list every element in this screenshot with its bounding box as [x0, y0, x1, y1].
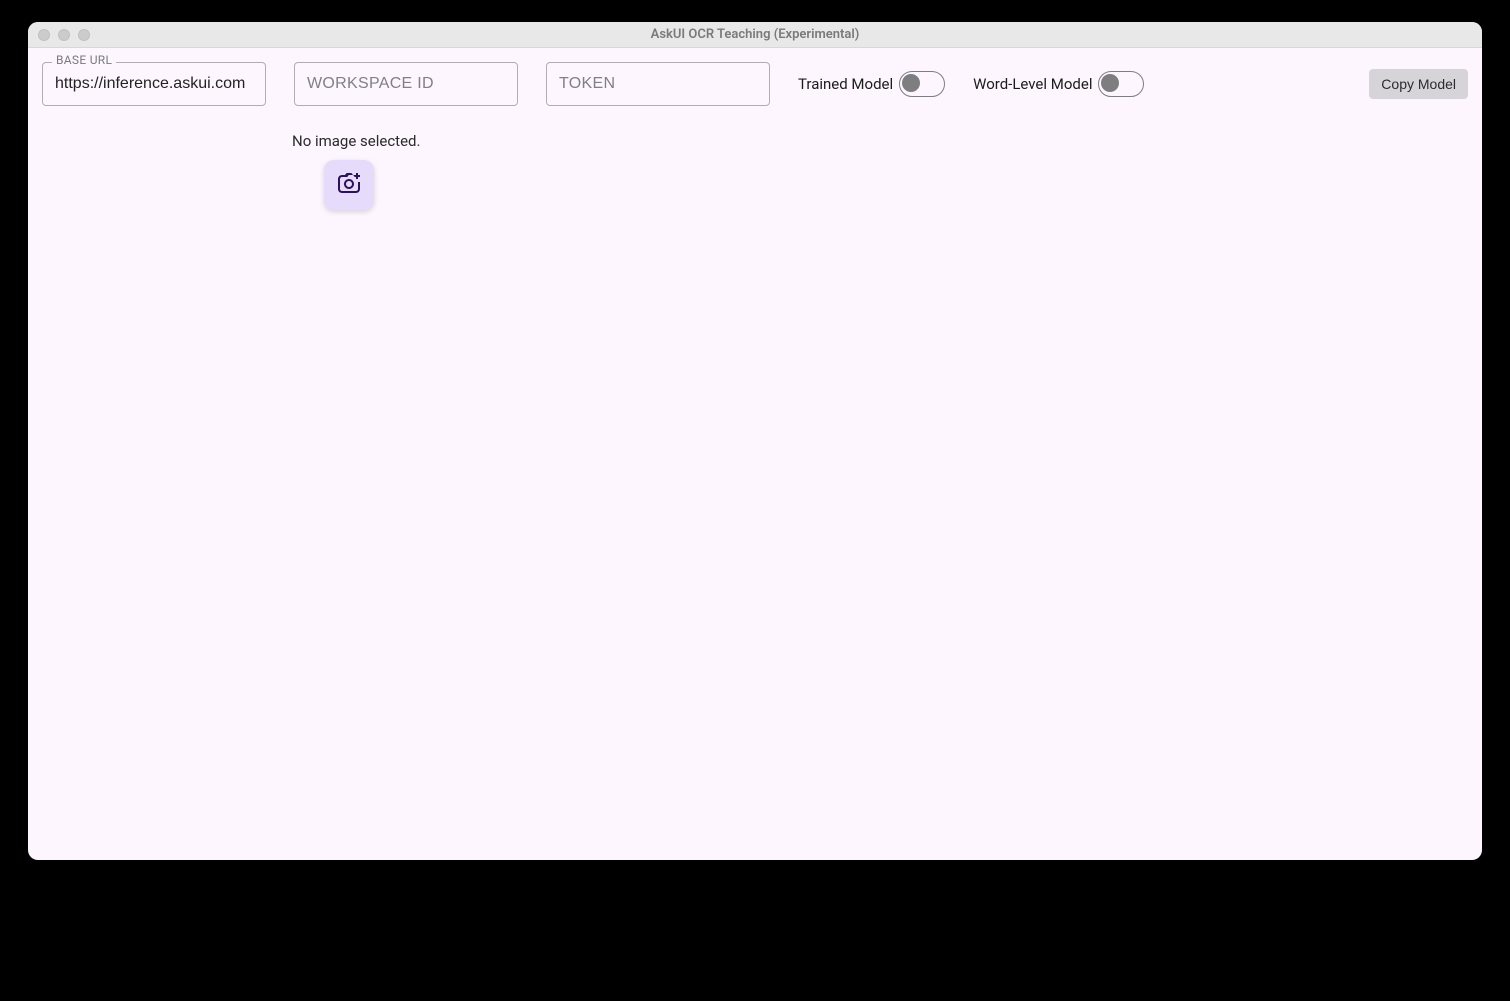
window-controls [38, 29, 90, 41]
close-window-button[interactable] [38, 29, 50, 41]
toggle-knob [902, 74, 920, 92]
image-status-text: No image selected. [292, 132, 1468, 150]
token-input[interactable] [546, 62, 770, 106]
toggle-knob [1101, 74, 1119, 92]
token-field [546, 62, 770, 106]
titlebar: AskUI OCR Teaching (Experimental) [28, 22, 1482, 48]
base-url-input[interactable] [42, 62, 266, 106]
base-url-field: BASE URL [42, 62, 266, 106]
app-window: AskUI OCR Teaching (Experimental) BASE U… [28, 22, 1482, 860]
base-url-label: BASE URL [52, 53, 116, 67]
zoom-window-button[interactable] [78, 29, 90, 41]
content-area: BASE URL Trained Model Word-Level Model [28, 48, 1482, 860]
word-level-model-toggle-wrap: Word-Level Model [973, 71, 1144, 97]
workspace-id-field [294, 62, 518, 106]
minimize-window-button[interactable] [58, 29, 70, 41]
trained-model-label: Trained Model [798, 75, 893, 93]
word-level-model-label: Word-Level Model [973, 75, 1092, 93]
trained-model-toggle-wrap: Trained Model [798, 71, 945, 97]
trained-model-toggle[interactable] [899, 71, 945, 97]
toolbar: BASE URL Trained Model Word-Level Model [42, 62, 1468, 106]
word-level-model-toggle[interactable] [1098, 71, 1144, 97]
copy-model-button[interactable]: Copy Model [1369, 69, 1468, 99]
window-title: AskUI OCR Teaching (Experimental) [28, 27, 1482, 42]
add-camera-icon [337, 173, 361, 198]
workspace-id-input[interactable] [294, 62, 518, 106]
image-zone: No image selected. [292, 132, 1468, 210]
add-image-button[interactable] [324, 160, 374, 210]
